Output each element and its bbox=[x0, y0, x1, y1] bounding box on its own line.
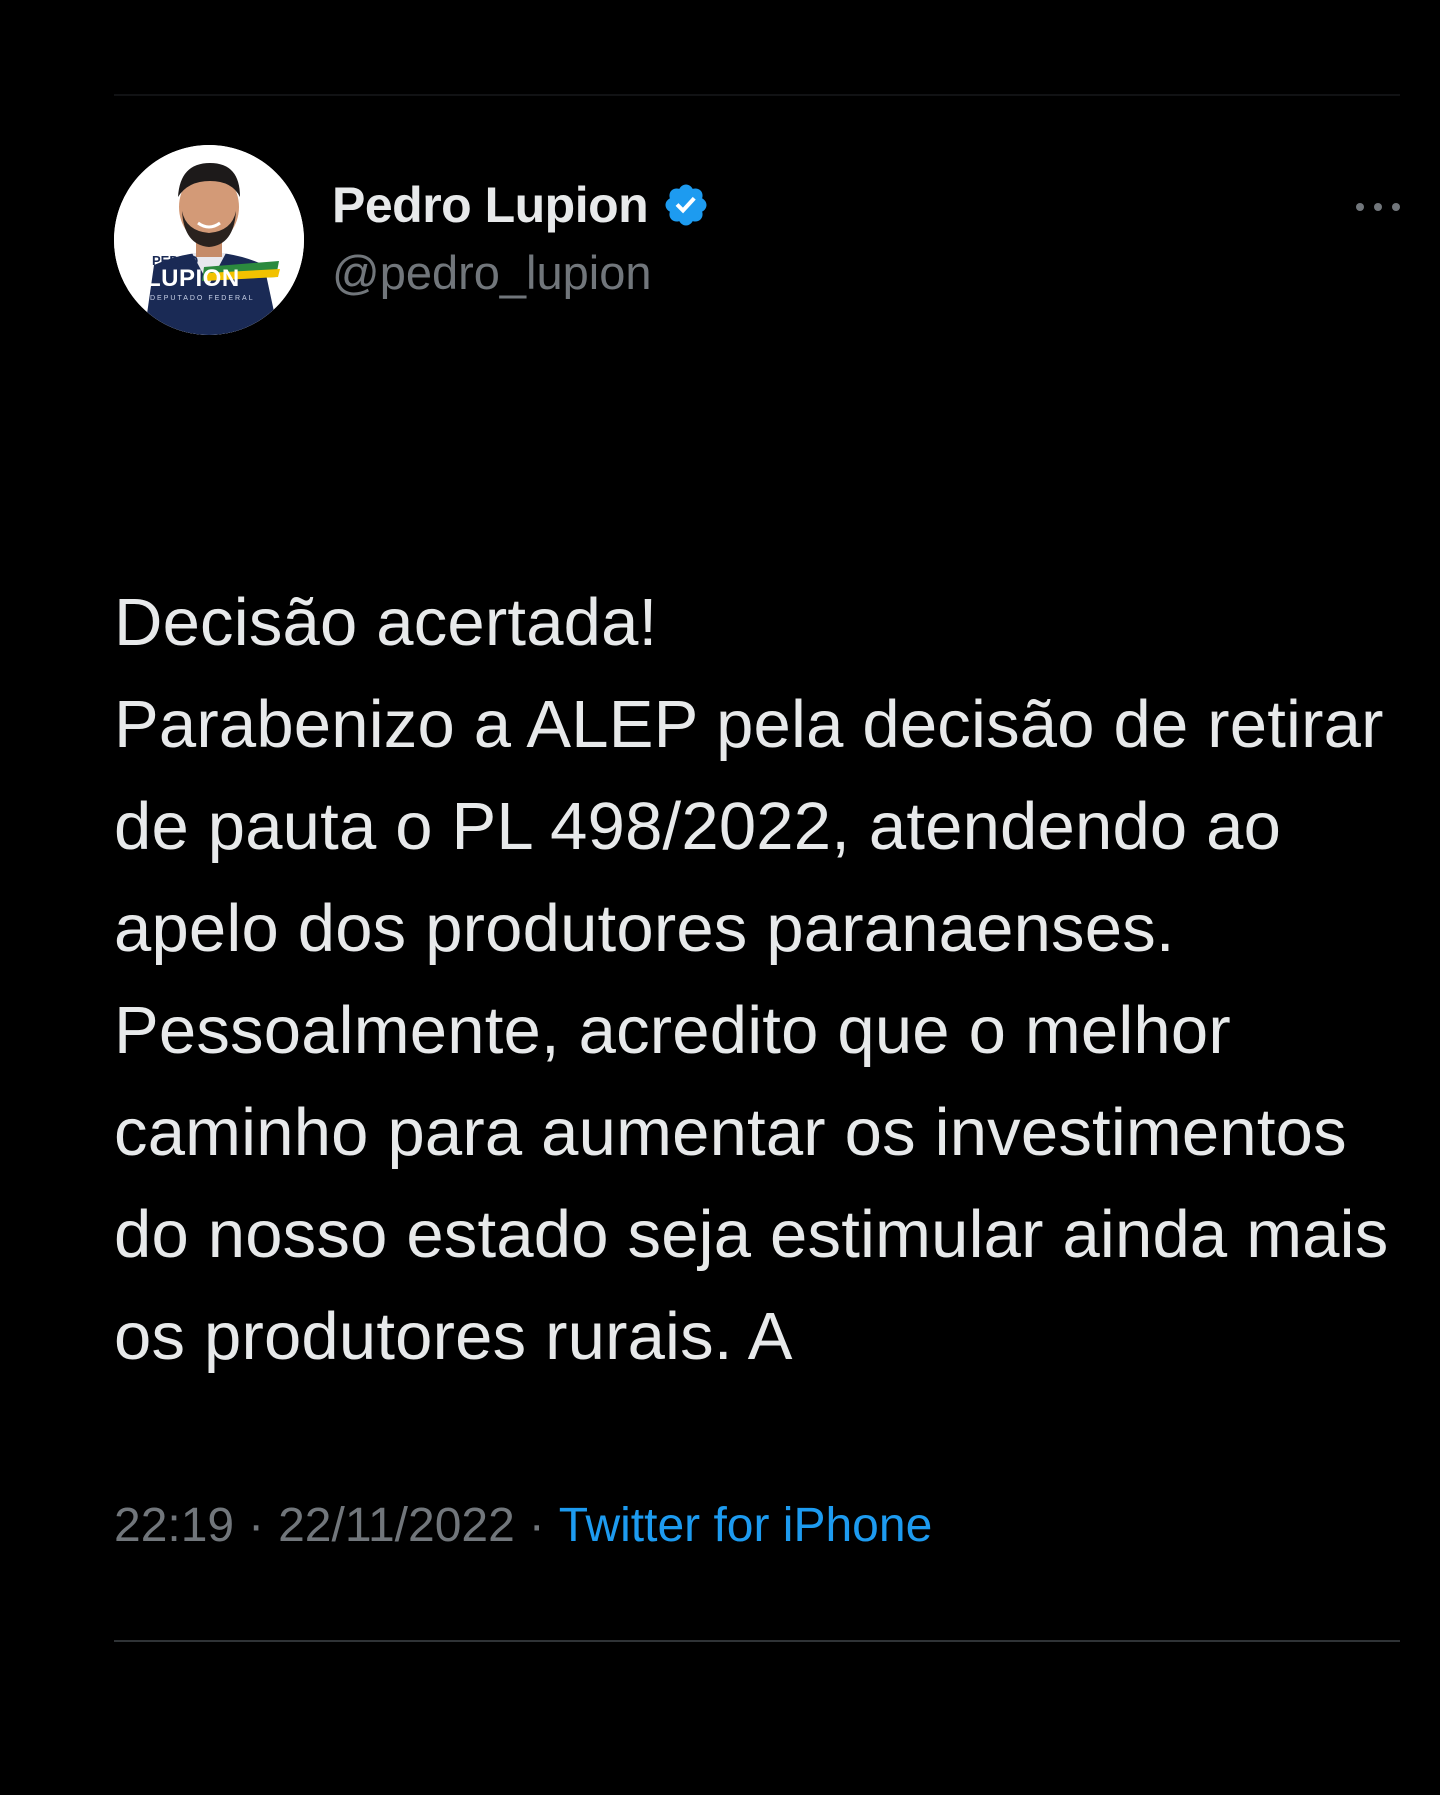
author-names[interactable]: Pedro Lupion @pedro_lupion bbox=[332, 175, 710, 300]
more-dot bbox=[1392, 203, 1400, 211]
tweet-meta: 22:19 · 22/11/2022 · Twitter for iPhone bbox=[114, 1498, 1400, 1553]
avatar-logo-subtitle: DEPUTADO FEDERAL bbox=[150, 295, 255, 302]
more-dot bbox=[1356, 203, 1364, 211]
display-name-row: Pedro Lupion bbox=[332, 175, 710, 235]
tweet-text: Decisão acertada! Parabenizo a ALEP pela… bbox=[114, 585, 1389, 1374]
meta-separator: · bbox=[528, 1499, 545, 1552]
tweet-date[interactable]: 22/11/2022 bbox=[278, 1498, 515, 1553]
top-divider bbox=[114, 94, 1400, 96]
tweet[interactable]: PEDRO LUPION DEPUTADO FEDERAL Pedro Lupi… bbox=[114, 145, 1400, 1553]
avatar[interactable]: PEDRO LUPION DEPUTADO FEDERAL bbox=[114, 145, 304, 335]
verified-badge-icon bbox=[662, 181, 710, 229]
tweet-header: PEDRO LUPION DEPUTADO FEDERAL Pedro Lupi… bbox=[114, 145, 1400, 340]
author-handle[interactable]: @pedro_lupion bbox=[332, 245, 710, 300]
meta-separator: · bbox=[248, 1499, 265, 1552]
bottom-divider bbox=[114, 1640, 1400, 1642]
tweet-time[interactable]: 22:19 bbox=[114, 1498, 234, 1553]
avatar-logo-lupion: LUPION bbox=[146, 265, 240, 292]
more-options-icon[interactable] bbox=[1356, 197, 1400, 217]
more-dot bbox=[1374, 203, 1382, 211]
display-name[interactable]: Pedro Lupion bbox=[332, 176, 649, 234]
tweet-source-link[interactable]: Twitter for iPhone bbox=[559, 1498, 933, 1553]
